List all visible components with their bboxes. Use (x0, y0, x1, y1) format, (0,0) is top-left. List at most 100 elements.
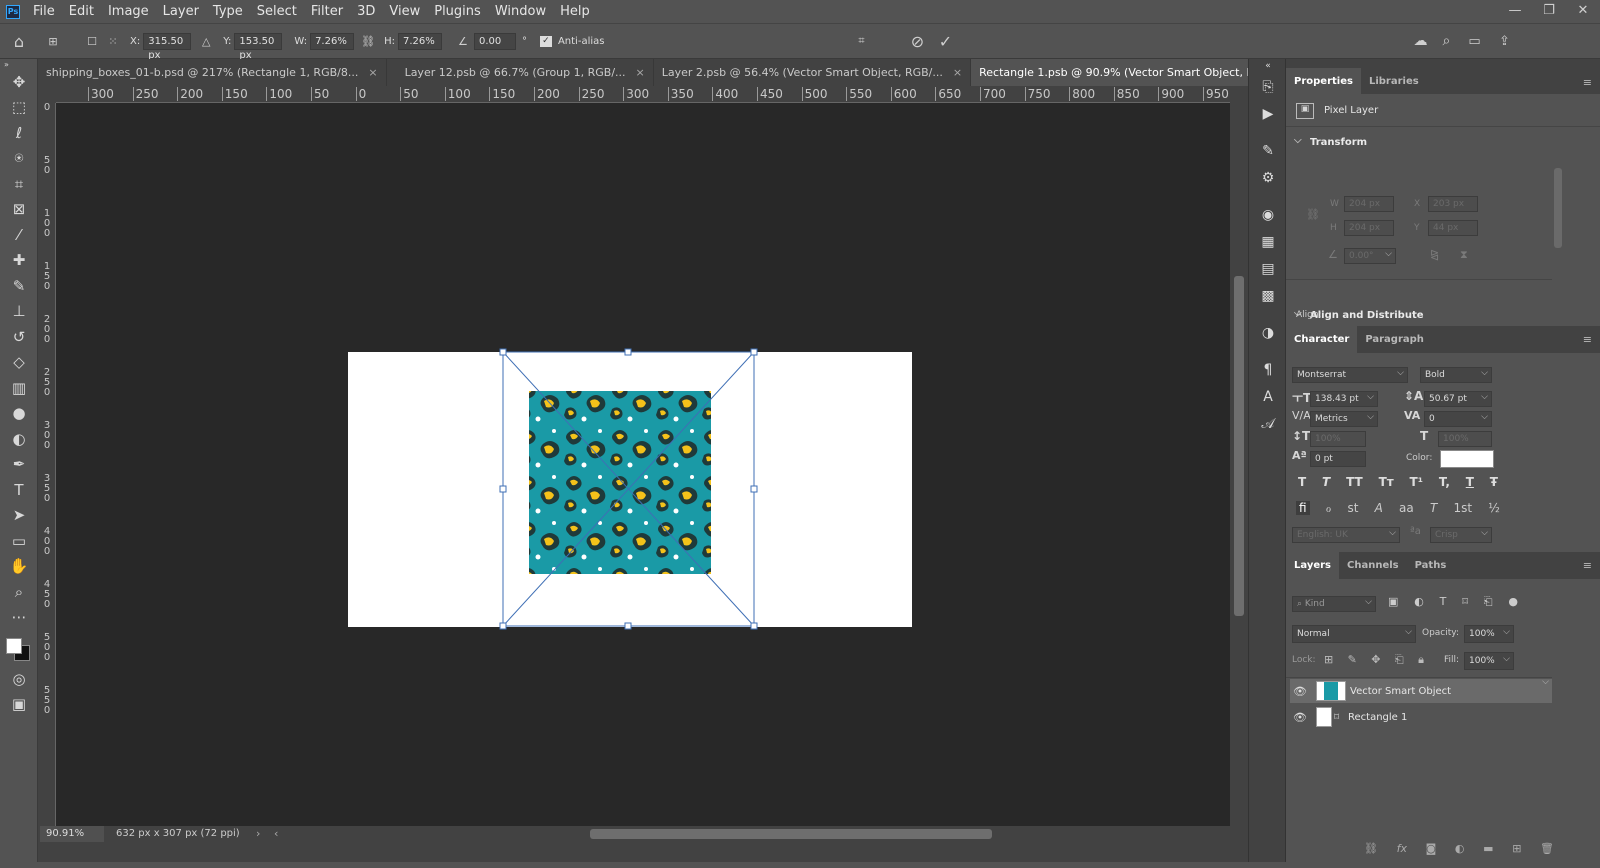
font-style-select[interactable]: Bold (1420, 366, 1492, 383)
antialias-checkbox[interactable]: ✓ (539, 35, 552, 47)
foreground-color-swatch[interactable] (6, 638, 22, 654)
opacity-field[interactable]: 100% (1464, 624, 1514, 643)
link-icon[interactable]: ⛓ (358, 35, 378, 48)
filter-toggle-icon[interactable]: ● (1508, 595, 1518, 609)
adjustments-icon[interactable]: ⚙ (1249, 164, 1287, 191)
paragraph-icon[interactable]: ¶ (1249, 356, 1287, 383)
brush-tool-icon[interactable]: ✎ (0, 273, 38, 299)
cloud-user-icon[interactable]: ☁ (1407, 33, 1433, 49)
text-color-swatch[interactable] (1440, 450, 1494, 468)
strikethrough-button[interactable]: Ŧ (1490, 475, 1498, 489)
document-canvas[interactable] (56, 103, 1230, 826)
filter-adjustment-icon[interactable]: ◐ (1414, 595, 1424, 609)
tab-character[interactable]: Character (1286, 326, 1358, 353)
menu-layer[interactable]: Layer (156, 0, 206, 23)
path-select-tool-icon[interactable]: ➤ (0, 503, 38, 529)
menu-3d[interactable]: 3D (350, 0, 382, 23)
scroll-left-icon[interactable]: ‹ (274, 827, 278, 840)
vertical-scrollbar[interactable] (1230, 86, 1248, 826)
menu-filter[interactable]: Filter (304, 0, 350, 23)
transform-handle[interactable] (750, 348, 758, 356)
collapse-icon[interactable]: » (0, 59, 38, 69)
vector-smart-object-pattern[interactable] (529, 391, 711, 574)
layer-filter-select[interactable]: ⌕ Kind (1292, 595, 1376, 612)
x-field[interactable]: 203 px (1428, 196, 1478, 212)
home-icon[interactable]: ⌂ (0, 32, 38, 51)
menu-type[interactable]: Type (206, 0, 250, 23)
cancel-transform-icon[interactable]: ⊘ (903, 32, 931, 51)
reference-toggle-icon[interactable]: ☐ (82, 35, 102, 48)
lasso-tool-icon[interactable]: ℓ (0, 120, 38, 146)
w-field[interactable]: 7.26% (310, 32, 355, 50)
old-style-button[interactable]: ℴ (1326, 501, 1332, 515)
crop-tool-icon[interactable]: ⌗ (0, 171, 38, 197)
reference-point-icon[interactable]: ⊞ (38, 35, 68, 48)
close-tab-icon[interactable]: × (368, 66, 377, 79)
lock-artboard-icon[interactable]: ⎗ (1395, 653, 1404, 667)
tab-properties[interactable]: Properties (1286, 68, 1361, 95)
layer-row-vector-smart-object[interactable]: 👁︎ Vector Smart Object (1290, 677, 1552, 703)
menu-help[interactable]: Help (553, 0, 597, 23)
font-family-select[interactable]: Montserrat (1292, 366, 1408, 383)
font-size-field[interactable]: 138.43 pt (1310, 390, 1378, 407)
tracking-field[interactable]: 0 (1424, 410, 1492, 427)
fractions-button[interactable]: ½ (1488, 501, 1500, 515)
transform-handle[interactable] (750, 485, 758, 493)
small-caps-button[interactable]: Tт (1379, 475, 1394, 489)
menu-image[interactable]: Image (101, 0, 156, 23)
workspace-icon[interactable]: ▭ (1459, 34, 1489, 49)
navigator-icon[interactable]: ◑ (1249, 319, 1287, 346)
eraser-tool-icon[interactable]: ◇ (0, 350, 38, 376)
h-field[interactable]: 7.26% (397, 32, 442, 50)
superscript-button[interactable]: T¹ (1410, 475, 1423, 489)
type-tool-icon[interactable]: T (0, 477, 38, 503)
grid-icon[interactable]: ▦ (1249, 228, 1287, 255)
vertical-scale-field[interactable]: 100% (1310, 431, 1366, 447)
panel-menu-icon[interactable]: ≡ (1583, 333, 1592, 346)
delete-layer-icon[interactable]: 🗑︎ (1540, 842, 1554, 855)
history-brush-tool-icon[interactable]: ↺ (0, 324, 38, 350)
close-tab-icon[interactable]: × (636, 66, 645, 79)
dodge-tool-icon[interactable]: ◐ (0, 426, 38, 452)
w-field[interactable]: 204 px (1344, 196, 1394, 212)
transform-handle[interactable] (499, 622, 507, 630)
zoom-tool-icon[interactable]: ⌕ (0, 579, 38, 605)
transform-handle[interactable] (499, 485, 507, 493)
transform-handle[interactable] (624, 622, 632, 630)
tab-paragraph[interactable]: Paragraph (1357, 326, 1432, 353)
discretionary-ligatures-button[interactable]: st (1347, 501, 1358, 515)
align-section-title[interactable]: Align and Distribute (1286, 303, 1600, 327)
brush-settings-icon[interactable]: ✎ (1249, 137, 1287, 164)
patterns-icon[interactable]: ▩ (1249, 282, 1287, 309)
lock-pixels-icon[interactable]: ✎ (1348, 653, 1357, 667)
link-layers-icon[interactable]: ⛓ (1364, 842, 1378, 855)
blend-mode-select[interactable]: Normal (1292, 624, 1416, 643)
color-swatches[interactable] (0, 630, 38, 666)
angle-field[interactable]: 0.00 (473, 32, 516, 50)
stamp-tool-icon[interactable]: ⊥ (0, 299, 38, 325)
ordinals-button[interactable]: 1st (1453, 501, 1472, 515)
flip-vertical-icon[interactable]: ⧗ (1460, 248, 1468, 262)
properties-scroll-thumb[interactable] (1554, 168, 1562, 248)
shape-tool-icon[interactable]: ▭ (0, 528, 38, 554)
new-group-icon[interactable]: ▬ (1483, 842, 1493, 855)
blur-tool-icon[interactable]: ● (0, 401, 38, 427)
new-layer-icon[interactable]: ⊞ (1512, 842, 1521, 855)
x-field[interactable]: 315.50 px (143, 32, 192, 61)
fill-field[interactable]: 100% (1464, 651, 1514, 670)
y-field[interactable]: 153.50 px (234, 32, 283, 61)
quick-select-tool-icon[interactable]: ⍟ (0, 146, 38, 172)
marquee-tool-icon[interactable]: ⬚ (0, 95, 38, 121)
glyphs-icon[interactable]: 𝒜 (1249, 410, 1287, 437)
layer-row-rectangle-1[interactable]: 👁︎ ⌑ Rectangle 1 (1290, 705, 1552, 729)
pen-tool-icon[interactable]: ✒ (0, 452, 38, 478)
link-icon[interactable]: ⛓ (1306, 208, 1320, 221)
faux-bold-button[interactable]: T (1298, 475, 1306, 489)
horizontal-scale-field[interactable]: 100% (1438, 431, 1492, 447)
scroll-thumb[interactable] (1234, 276, 1244, 616)
layer-effects-icon[interactable]: fx (1397, 842, 1407, 855)
character-icon[interactable]: A (1249, 383, 1287, 410)
angle-field[interactable]: 0.00° (1344, 247, 1396, 264)
filter-pixel-icon[interactable]: ▣ (1388, 595, 1398, 609)
healing-tool-icon[interactable]: ✚ (0, 248, 38, 274)
